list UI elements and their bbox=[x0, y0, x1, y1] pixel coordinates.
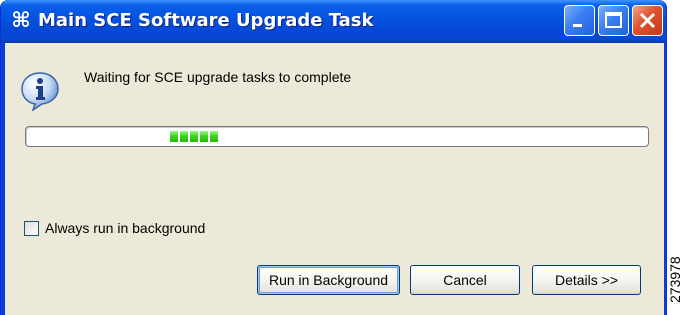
progress-segment bbox=[210, 131, 218, 142]
progress-segment bbox=[170, 131, 178, 142]
progress-bar bbox=[25, 126, 649, 147]
close-button[interactable] bbox=[632, 5, 663, 36]
minimize-button[interactable] bbox=[564, 5, 595, 36]
always-background-checkbox[interactable] bbox=[24, 221, 39, 236]
figure-id: 273978 bbox=[667, 256, 683, 303]
progress-segment bbox=[180, 131, 188, 142]
always-background-label[interactable]: Always run in background bbox=[45, 220, 205, 236]
status-message: Waiting for SCE upgrade tasks to complet… bbox=[84, 69, 352, 85]
title-bar[interactable]: ⌘ Main SCE Software Upgrade Task bbox=[1, 0, 666, 43]
close-icon bbox=[639, 12, 656, 29]
run-in-background-button[interactable]: Run in Background bbox=[257, 265, 400, 295]
maximize-icon bbox=[605, 12, 622, 28]
command-icon: ⌘ bbox=[11, 8, 31, 32]
maximize-button[interactable] bbox=[598, 5, 629, 36]
cancel-button[interactable]: Cancel bbox=[410, 265, 520, 295]
progress-segment bbox=[190, 131, 198, 142]
details-button[interactable]: Details >> bbox=[532, 265, 641, 295]
minimize-icon bbox=[573, 24, 582, 27]
window-title: Main SCE Software Upgrade Task bbox=[38, 10, 374, 31]
info-icon bbox=[21, 72, 59, 111]
progress-fill bbox=[170, 131, 218, 142]
progress-segment bbox=[200, 131, 208, 142]
